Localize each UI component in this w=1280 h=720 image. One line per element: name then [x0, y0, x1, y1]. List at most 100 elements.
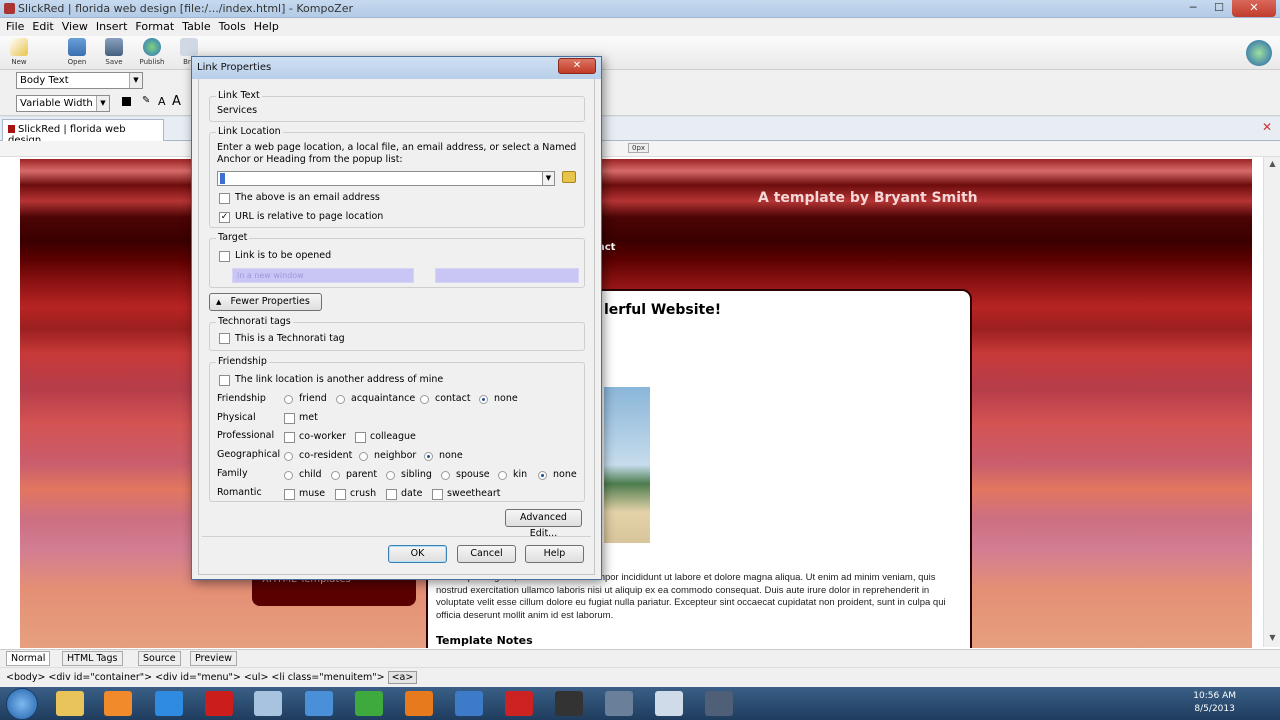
- technorati-checkbox[interactable]: [219, 333, 230, 344]
- highlight-icon[interactable]: ✎: [142, 95, 150, 106]
- kompozer-icon[interactable]: [305, 691, 333, 716]
- link-text-legend: Link Text: [216, 90, 262, 101]
- xfn-option-label: date: [401, 488, 423, 499]
- xfn-check-colleague[interactable]: [355, 432, 366, 443]
- help-button[interactable]: Help: [525, 545, 584, 563]
- media-icon[interactable]: [104, 691, 132, 716]
- xfn-check-muse[interactable]: [284, 489, 295, 500]
- menu-table[interactable]: Table: [180, 18, 216, 36]
- xfn-radio-none[interactable]: [479, 395, 488, 404]
- page-heading: lerful Website!: [604, 302, 722, 318]
- xfn-radio-geo-none[interactable]: [424, 452, 433, 461]
- font-larger-icon[interactable]: A: [158, 95, 166, 108]
- menu-help[interactable]: Help: [252, 18, 285, 36]
- tag-path-bar: <body> <div id="container"> <div id="men…: [0, 667, 1280, 687]
- app-icon[interactable]: [254, 691, 282, 716]
- video-icon[interactable]: [555, 691, 583, 716]
- url-dropdown-button[interactable]: ▼: [542, 171, 555, 186]
- document-tab[interactable]: SlickRed | florida web design: [2, 119, 164, 146]
- choose-file-icon[interactable]: [562, 171, 576, 183]
- technorati-legend: Technorati tags: [216, 316, 293, 327]
- xfn-radio-co-resident[interactable]: [284, 452, 293, 461]
- ok-button[interactable]: OK: [388, 545, 447, 563]
- stack-icon[interactable]: [455, 691, 483, 716]
- menu-insert[interactable]: Insert: [94, 18, 134, 36]
- explorer-icon[interactable]: [56, 691, 84, 716]
- close-tab-icon[interactable]: ✕: [1262, 120, 1272, 134]
- save-button[interactable]: Save: [97, 38, 131, 66]
- save-icon: [105, 38, 123, 56]
- xfn-check-date[interactable]: [386, 489, 397, 500]
- text-color-icon[interactable]: [122, 97, 131, 106]
- xfn-radio-sibling[interactable]: [386, 471, 395, 480]
- xfn-option-label: acquaintance: [351, 393, 416, 404]
- tab-source[interactable]: Source: [138, 651, 181, 666]
- xfn-option-label: colleague: [370, 431, 416, 442]
- minimize-button[interactable]: ─: [1180, 0, 1206, 17]
- tab-preview[interactable]: Preview: [190, 651, 237, 666]
- email-address-checkbox[interactable]: [219, 193, 230, 204]
- publish-button[interactable]: Publish: [135, 38, 169, 66]
- tag-path-active[interactable]: <a>: [387, 671, 418, 684]
- cancel-button[interactable]: Cancel: [457, 545, 516, 563]
- menu-tools[interactable]: Tools: [217, 18, 252, 36]
- open-button[interactable]: Open: [60, 38, 94, 66]
- xfn-radio-child[interactable]: [284, 471, 293, 480]
- xfn-check-sweetheart[interactable]: [432, 489, 443, 500]
- xfn-option-label: contact: [435, 393, 471, 404]
- filezilla-icon[interactable]: [505, 691, 533, 716]
- menu-edit[interactable]: Edit: [30, 18, 59, 36]
- advanced-edit-button[interactable]: Advanced Edit...: [505, 509, 582, 539]
- template-credit: A template by Bryant Smith: [758, 190, 978, 206]
- window-icon[interactable]: [655, 691, 683, 716]
- close-button[interactable]: ✕: [1232, 0, 1276, 17]
- tab-html-tags[interactable]: HTML Tags: [62, 651, 123, 666]
- opera-icon[interactable]: [205, 691, 233, 716]
- xfn-option-label: parent: [346, 469, 378, 480]
- xfn-radio-neighbor[interactable]: [359, 452, 368, 461]
- open-target-checkbox[interactable]: [219, 251, 230, 262]
- xfn-radio-parent[interactable]: [331, 471, 340, 480]
- paragraph-style-select[interactable]: Body Text ▼: [16, 72, 143, 89]
- ie-icon[interactable]: [155, 691, 183, 716]
- scroll-down-icon[interactable]: ▼: [1266, 633, 1279, 645]
- xfn-radio-acquaintance[interactable]: [336, 395, 345, 404]
- xfn-radio-kin[interactable]: [498, 471, 507, 480]
- vertical-scrollbar[interactable]: ▲ ▼: [1263, 157, 1280, 647]
- xfn-radio-contact[interactable]: [420, 395, 429, 404]
- tab-normal[interactable]: Normal: [6, 651, 51, 666]
- monitor-icon[interactable]: [705, 691, 733, 716]
- tag-path[interactable]: <body> <div id="container"> <div id="men…: [6, 672, 385, 683]
- another-address-checkbox[interactable]: [219, 375, 230, 386]
- xfn-option-label: co-worker: [299, 431, 347, 442]
- menu-file[interactable]: File: [4, 18, 30, 36]
- globe-icon: [1246, 40, 1272, 66]
- taskbar: 10:56 AM 8/5/2013: [0, 687, 1280, 720]
- menu-view[interactable]: View: [60, 18, 94, 36]
- chrome-icon[interactable]: [355, 691, 383, 716]
- start-button[interactable]: [6, 688, 38, 720]
- new-button[interactable]: New: [2, 38, 36, 66]
- fewer-properties-button[interactable]: ▲ Fewer Properties: [209, 293, 322, 311]
- xfn-radio-friend[interactable]: [284, 395, 293, 404]
- text-caret: [220, 173, 225, 184]
- xfn-option-label: sibling: [401, 469, 432, 480]
- xfn-radio-spouse[interactable]: [441, 471, 450, 480]
- firefox-icon[interactable]: [405, 691, 433, 716]
- font-smaller-icon[interactable]: A: [172, 94, 181, 109]
- menu-format[interactable]: Format: [133, 18, 180, 36]
- xfn-check-met[interactable]: [284, 413, 295, 424]
- xfn-check-crush[interactable]: [335, 489, 346, 500]
- xfn-option-label: crush: [350, 488, 377, 499]
- dialog-titlebar[interactable]: Link Properties ✕: [192, 57, 601, 79]
- tool-icon[interactable]: [605, 691, 633, 716]
- relative-url-checkbox[interactable]: ✓: [219, 212, 230, 223]
- dialog-close-button[interactable]: ✕: [558, 58, 596, 74]
- xfn-check-co-worker[interactable]: [284, 432, 295, 443]
- clock[interactable]: 10:56 AM 8/5/2013: [1193, 690, 1236, 716]
- scroll-up-icon[interactable]: ▲: [1266, 159, 1279, 171]
- xfn-radio-family-none[interactable]: [538, 471, 547, 480]
- maximize-button[interactable]: ☐: [1206, 0, 1232, 17]
- font-select[interactable]: Variable Width ▼: [16, 95, 110, 112]
- url-input[interactable]: [217, 171, 543, 186]
